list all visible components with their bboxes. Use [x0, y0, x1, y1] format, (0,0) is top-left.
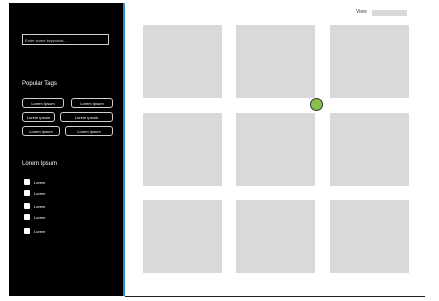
tag-chip[interactable]: Lorem Ipsum: [22, 126, 60, 136]
checkbox-label: Lorem: [34, 191, 46, 196]
checkbox[interactable]: [24, 228, 30, 234]
grid-tile[interactable]: [330, 25, 409, 98]
status-dot[interactable]: [310, 98, 323, 111]
grid-tile[interactable]: [330, 113, 409, 186]
tag-chip[interactable]: Lorem Ipsum: [22, 98, 64, 108]
checkbox[interactable]: [24, 214, 30, 220]
view-label: View: [356, 9, 367, 15]
filter-heading: Lorem Ipsum: [22, 161, 58, 167]
popular-tags-heading: Popular Tags: [22, 81, 57, 87]
search-input[interactable]: Enter some keywords...: [22, 34, 109, 45]
grid-tile[interactable]: [236, 25, 315, 98]
checkbox[interactable]: [24, 203, 30, 209]
page-frame: Enter some keywords... Popular Tags Lore…: [0, 0, 439, 301]
grid-tile[interactable]: [236, 113, 315, 186]
tag-chip[interactable]: Lorem Ipsum: [71, 98, 113, 108]
checkbox-label: Lorem: [34, 204, 46, 209]
checkbox[interactable]: [24, 179, 30, 185]
tag-chip[interactable]: Lorem Ipsum: [65, 126, 113, 136]
grid-tile[interactable]: [236, 200, 315, 273]
checkbox-label: Lorem: [34, 215, 46, 220]
grid-tile[interactable]: [143, 200, 222, 273]
checkbox-label: Lorem: [34, 180, 46, 185]
grid-tile[interactable]: [330, 200, 409, 273]
grid-tile[interactable]: [143, 25, 222, 98]
sidebar: Enter some keywords... Popular Tags Lore…: [9, 3, 125, 296]
tag-chip[interactable]: Lorem Ipsum: [60, 112, 113, 122]
view-select[interactable]: [372, 10, 407, 16]
checkbox-label: Lorem: [34, 229, 46, 234]
grid-tile[interactable]: [143, 113, 222, 186]
checkbox[interactable]: [24, 190, 30, 196]
tag-chip[interactable]: Lorem Ipsum: [22, 112, 55, 122]
